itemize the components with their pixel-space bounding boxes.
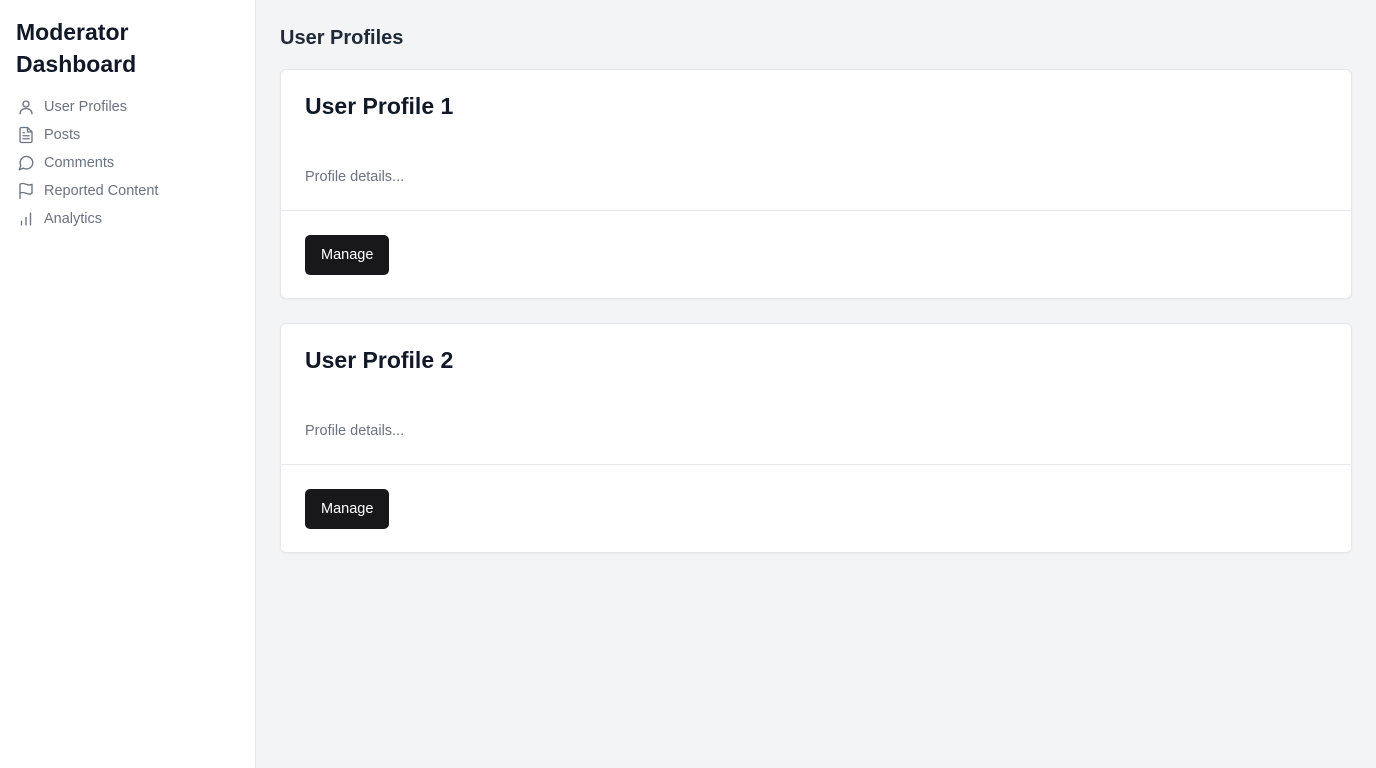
sidebar-item-comments[interactable]: Comments <box>16 149 239 177</box>
sidebar-item-label: User Profiles <box>44 99 127 115</box>
card-footer: Manage <box>281 464 1351 552</box>
dashboard-title: Moderator Dashboard <box>16 19 137 77</box>
sidebar-item-label: Analytics <box>44 211 103 227</box>
card-header: User Profile 1 <box>281 70 1351 148</box>
user-profile-card: User Profile 2 Profile details... Manage <box>280 323 1352 553</box>
sidebar-item-reported-content[interactable]: Reported Content <box>16 177 239 205</box>
sidebar-item-label: Reported Content <box>44 183 159 199</box>
manage-button[interactable]: Manage <box>305 489 390 529</box>
sidebar-item-user-profiles[interactable]: User Profiles <box>16 93 239 121</box>
card-footer: Manage <box>281 210 1351 298</box>
manage-button[interactable]: Manage <box>305 235 390 275</box>
sidebar: Moderator Dashboard User Profiles Posts … <box>0 0 256 768</box>
card-body: Profile details... <box>281 148 1351 210</box>
app: Moderator Dashboard User Profiles Posts … <box>0 0 1376 768</box>
user-icon <box>16 97 36 117</box>
bar-chart-icon <box>16 209 36 229</box>
card-title: User Profile 2 <box>305 347 454 373</box>
card-description: Profile details... <box>305 169 405 185</box>
sidebar-item-posts[interactable]: Posts <box>16 121 239 149</box>
sidebar-item-analytics[interactable]: Analytics <box>16 205 239 233</box>
card-body: Profile details... <box>281 402 1351 464</box>
sidebar-item-label: Posts <box>44 127 81 143</box>
sidebar-item-label: Comments <box>44 155 115 171</box>
file-text-icon <box>16 125 36 145</box>
message-circle-icon <box>16 153 36 173</box>
card-description: Profile details... <box>305 423 405 439</box>
flag-icon <box>16 181 36 201</box>
page-title: User Profiles <box>280 27 404 49</box>
sidebar-nav: User Profiles Posts Comments Reported Co… <box>16 93 239 233</box>
card-header: User Profile 2 <box>281 324 1351 402</box>
main-content: User Profiles User Profile 1 Profile det… <box>256 0 1376 768</box>
card-title: User Profile 1 <box>305 93 454 119</box>
user-profile-card: User Profile 1 Profile details... Manage <box>280 69 1352 299</box>
